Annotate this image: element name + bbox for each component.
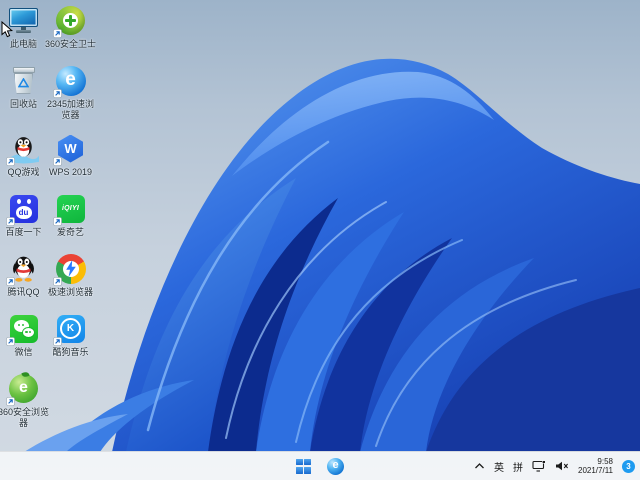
speaker-mute-icon <box>556 461 569 471</box>
qq-games-icon <box>6 132 40 166</box>
shortcut-arrow-icon <box>6 157 15 166</box>
iqiyi-icon: iQIYI <box>53 192 87 226</box>
icon-label: 极速浏览器 <box>47 287 93 297</box>
windows-logo-icon <box>296 458 311 474</box>
icon-label: 2345加速浏览器 <box>46 99 95 120</box>
icon-label: 爱奇艺 <box>56 227 84 237</box>
desktop-icon-360-browser[interactable]: e 360安全浏览器 <box>0 370 49 429</box>
shortcut-arrow-icon <box>53 157 62 166</box>
wallpaper-bloom <box>24 58 640 452</box>
desktop-icon-kugou[interactable]: K 酷狗音乐 <box>48 312 93 358</box>
notification-badge[interactable]: 3 <box>622 459 635 473</box>
desktop-icon-tencent-qq[interactable]: 腾讯QQ <box>1 252 46 298</box>
desktop-icon-speed-browser[interactable]: 极速浏览器 <box>48 252 93 298</box>
clock-date: 2021/7/11 <box>578 466 613 475</box>
network-icon[interactable] <box>532 460 546 472</box>
tray-expand-button[interactable] <box>474 463 485 469</box>
chevron-up-icon <box>475 463 484 469</box>
desktop-icon-qq-games[interactable]: QQ游戏 <box>1 132 46 178</box>
icon-label: 360安全浏览器 <box>0 407 50 428</box>
360-browser-icon: e <box>6 370 40 406</box>
taskbar-center-group: e <box>294 452 346 480</box>
shortcut-arrow-icon <box>6 277 15 286</box>
volume-muted-icon[interactable] <box>555 461 569 471</box>
desktop-icon-wps-2019[interactable]: W WPS 2019 <box>48 132 93 178</box>
recycle-bin-icon <box>7 64 40 97</box>
wechat-icon <box>6 312 40 346</box>
shortcut-arrow-icon <box>53 217 62 226</box>
start-button[interactable] <box>294 457 313 476</box>
shortcut-arrow-icon <box>53 29 62 38</box>
shortcut-arrow-icon <box>53 277 62 286</box>
2345-browser-icon: e <box>53 64 87 98</box>
browser-e-icon: e <box>327 457 344 475</box>
taskbar: e 英 拼 9:58 2021/7/11 3 <box>0 451 640 480</box>
speed-browser-icon <box>53 252 87 286</box>
shortcut-arrow-icon <box>6 217 15 226</box>
360-safety-guard-icon <box>53 4 87 38</box>
lightning-bolt-icon <box>65 259 76 277</box>
wps-2019-icon: W <box>53 132 87 166</box>
shortcut-arrow-icon <box>53 337 62 346</box>
shortcut-arrow-icon <box>53 89 62 98</box>
ime-language-indicator[interactable]: 英 <box>494 459 504 474</box>
clock[interactable]: 9:58 2021/7/11 <box>578 457 613 475</box>
system-tray: 英 拼 9:58 2021/7/11 3 <box>474 452 635 480</box>
shortcut-arrow-icon <box>6 397 15 406</box>
tencent-qq-icon <box>6 252 40 286</box>
baidu-icon: du <box>6 192 40 226</box>
desktop-icon-recycle-bin[interactable]: 回收站 <box>1 64 46 110</box>
shortcut-arrow-icon <box>6 337 15 346</box>
desktop-icon-baidu[interactable]: du 百度一下 <box>1 192 46 238</box>
recycle-symbol-icon <box>18 78 29 88</box>
icon-label: 360安全卫士 <box>44 39 97 49</box>
icon-label: WPS 2019 <box>48 167 93 177</box>
network-display-icon <box>532 460 546 472</box>
desktop-icon-wechat[interactable]: 微信 <box>1 312 46 358</box>
desktop-icon-2345-browser[interactable]: e 2345加速浏览器 <box>47 64 94 121</box>
desktop-icon-360-safety-guard[interactable]: 360安全卫士 <box>45 4 96 50</box>
icon-label: 酷狗音乐 <box>52 347 89 357</box>
taskbar-browser-button[interactable]: e <box>325 456 346 477</box>
clock-time: 9:58 <box>597 457 613 466</box>
desktop-icon-iqiyi[interactable]: iQIYI 爱奇艺 <box>48 192 93 238</box>
ime-mode-indicator[interactable]: 拼 <box>513 459 523 474</box>
mouse-cursor <box>1 21 13 38</box>
kugou-icon: K <box>53 312 87 346</box>
